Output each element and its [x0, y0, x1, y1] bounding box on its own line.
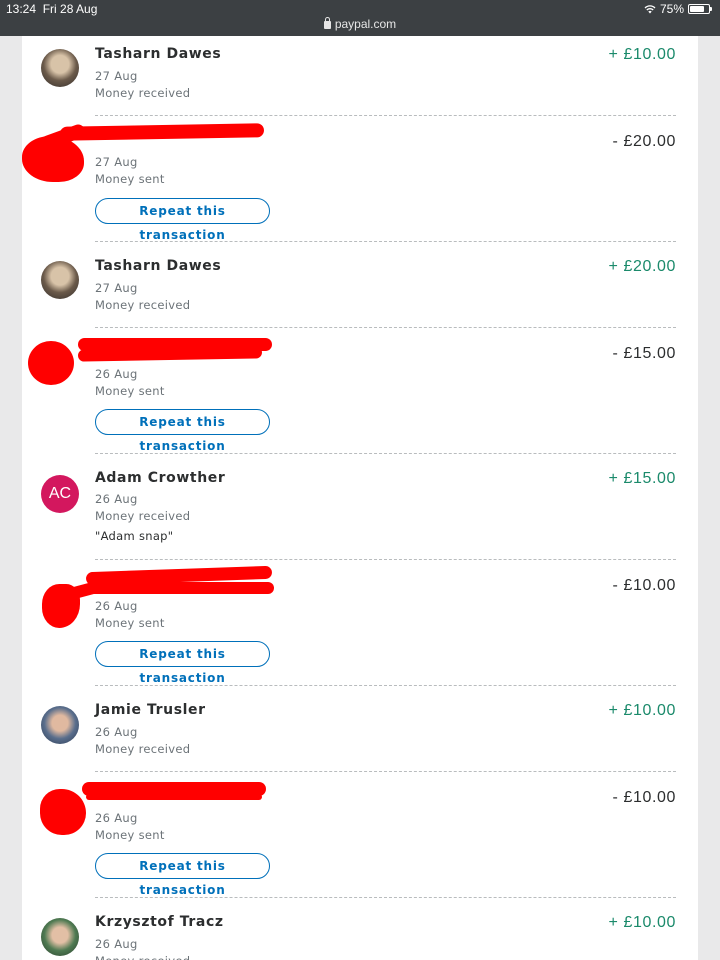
redaction-mark: [86, 582, 274, 594]
clock-time: 13:24: [6, 2, 37, 16]
clock-date: Fri 28 Aug: [42, 2, 98, 16]
redaction-mark: [40, 789, 86, 835]
transaction-type: Money received: [95, 954, 190, 960]
transaction-row[interactable]: AC Adam Crowther 26 Aug Money received "…: [22, 454, 698, 559]
transaction-type: Money sent: [95, 828, 165, 842]
transaction-date: 27 Aug: [95, 281, 138, 295]
transaction-date: 26 Aug: [95, 492, 138, 506]
transaction-amount: + £20.00: [608, 258, 676, 275]
avatar: [41, 261, 79, 299]
redaction-mark: [28, 341, 74, 385]
transaction-date: 27 Aug: [95, 69, 138, 83]
transaction-type: Money sent: [95, 172, 165, 186]
avatar: [41, 706, 79, 744]
battery-fill: [690, 6, 704, 12]
avatar: [41, 49, 79, 87]
transaction-date: 26 Aug: [95, 367, 138, 381]
wifi-icon: [644, 5, 656, 14]
url-text: paypal.com: [334, 17, 397, 31]
transaction-amount: + £10.00: [608, 914, 676, 931]
transaction-date: 26 Aug: [95, 725, 138, 739]
redaction-mark: [77, 346, 263, 362]
transaction-date: 26 Aug: [95, 937, 138, 951]
transaction-type: Money sent: [95, 384, 165, 398]
transaction-amount: - £15.00: [612, 345, 676, 362]
repeat-transaction-button[interactable]: Repeat this transaction: [95, 853, 270, 897]
contact-name: Adam Crowther: [95, 470, 226, 486]
transaction-row[interactable]: Krzysztof Tracz 26 Aug Money received + …: [22, 898, 698, 960]
avatar: AC: [41, 475, 79, 513]
transaction-date: 27 Aug: [95, 155, 138, 169]
transaction-row[interactable]: 26 Aug Money sent - £10.00 Repeat this t…: [22, 772, 698, 897]
transaction-row[interactable]: 26 Aug Money sent - £10.00 Repeat this t…: [22, 560, 698, 685]
transaction-amount: - £10.00: [612, 789, 676, 806]
transaction-type: Money sent: [95, 616, 165, 630]
transaction-date: 26 Aug: [95, 811, 138, 825]
contact-name: Tasharn Dawes: [95, 258, 222, 274]
contact-name: Krzysztof Tracz: [95, 914, 224, 930]
repeat-transaction-button[interactable]: Repeat this transaction: [95, 198, 270, 242]
transaction-amount: + £15.00: [608, 470, 676, 487]
contact-name: Jamie Trusler: [95, 702, 206, 718]
contact-name: Tasharn Dawes: [95, 46, 222, 62]
battery-percent: 75%: [659, 2, 684, 16]
transaction-amount: + £10.00: [608, 702, 676, 719]
status-bar: 13:24 Fri 28 Aug 75% paypal.com: [0, 0, 720, 36]
avatar: [41, 918, 79, 956]
transaction-row[interactable]: Tasharn Dawes 27 Aug Money received + £2…: [22, 242, 698, 327]
transaction-type: Money received: [95, 298, 191, 312]
redaction-mark: [59, 123, 265, 141]
battery-tip: [710, 7, 712, 11]
battery-icon: [688, 4, 712, 14]
transaction-row[interactable]: Tasharn Dawes 27 Aug Money received + £1…: [22, 36, 698, 116]
transaction-note: "Adam snap": [95, 529, 174, 543]
transaction-type: Money received: [95, 509, 191, 523]
redaction-mark: [86, 794, 262, 800]
transaction-row[interactable]: 27 Aug Money sent - £20.00 Repeat this t…: [22, 116, 698, 242]
transaction-amount: - £20.00: [612, 133, 676, 150]
repeat-transaction-button[interactable]: Repeat this transaction: [95, 409, 270, 453]
lock-icon: [323, 17, 331, 29]
repeat-transaction-button[interactable]: Repeat this transaction: [95, 641, 270, 685]
address-bar[interactable]: paypal.com: [0, 17, 720, 31]
activity-list: Tasharn Dawes 27 Aug Money received + £1…: [22, 36, 698, 960]
transaction-date: 26 Aug: [95, 599, 138, 613]
transaction-type: Money received: [95, 742, 191, 756]
transaction-type: Money received: [95, 86, 191, 100]
transaction-amount: - £10.00: [612, 577, 676, 594]
transaction-row[interactable]: 26 Aug Money sent - £15.00 Repeat this t…: [22, 328, 698, 453]
status-right: 75%: [644, 2, 712, 16]
status-time: 13:24 Fri 28 Aug: [6, 2, 97, 16]
transaction-row[interactable]: Jamie Trusler 26 Aug Money received + £1…: [22, 686, 698, 771]
transaction-amount: + £10.00: [608, 46, 676, 63]
